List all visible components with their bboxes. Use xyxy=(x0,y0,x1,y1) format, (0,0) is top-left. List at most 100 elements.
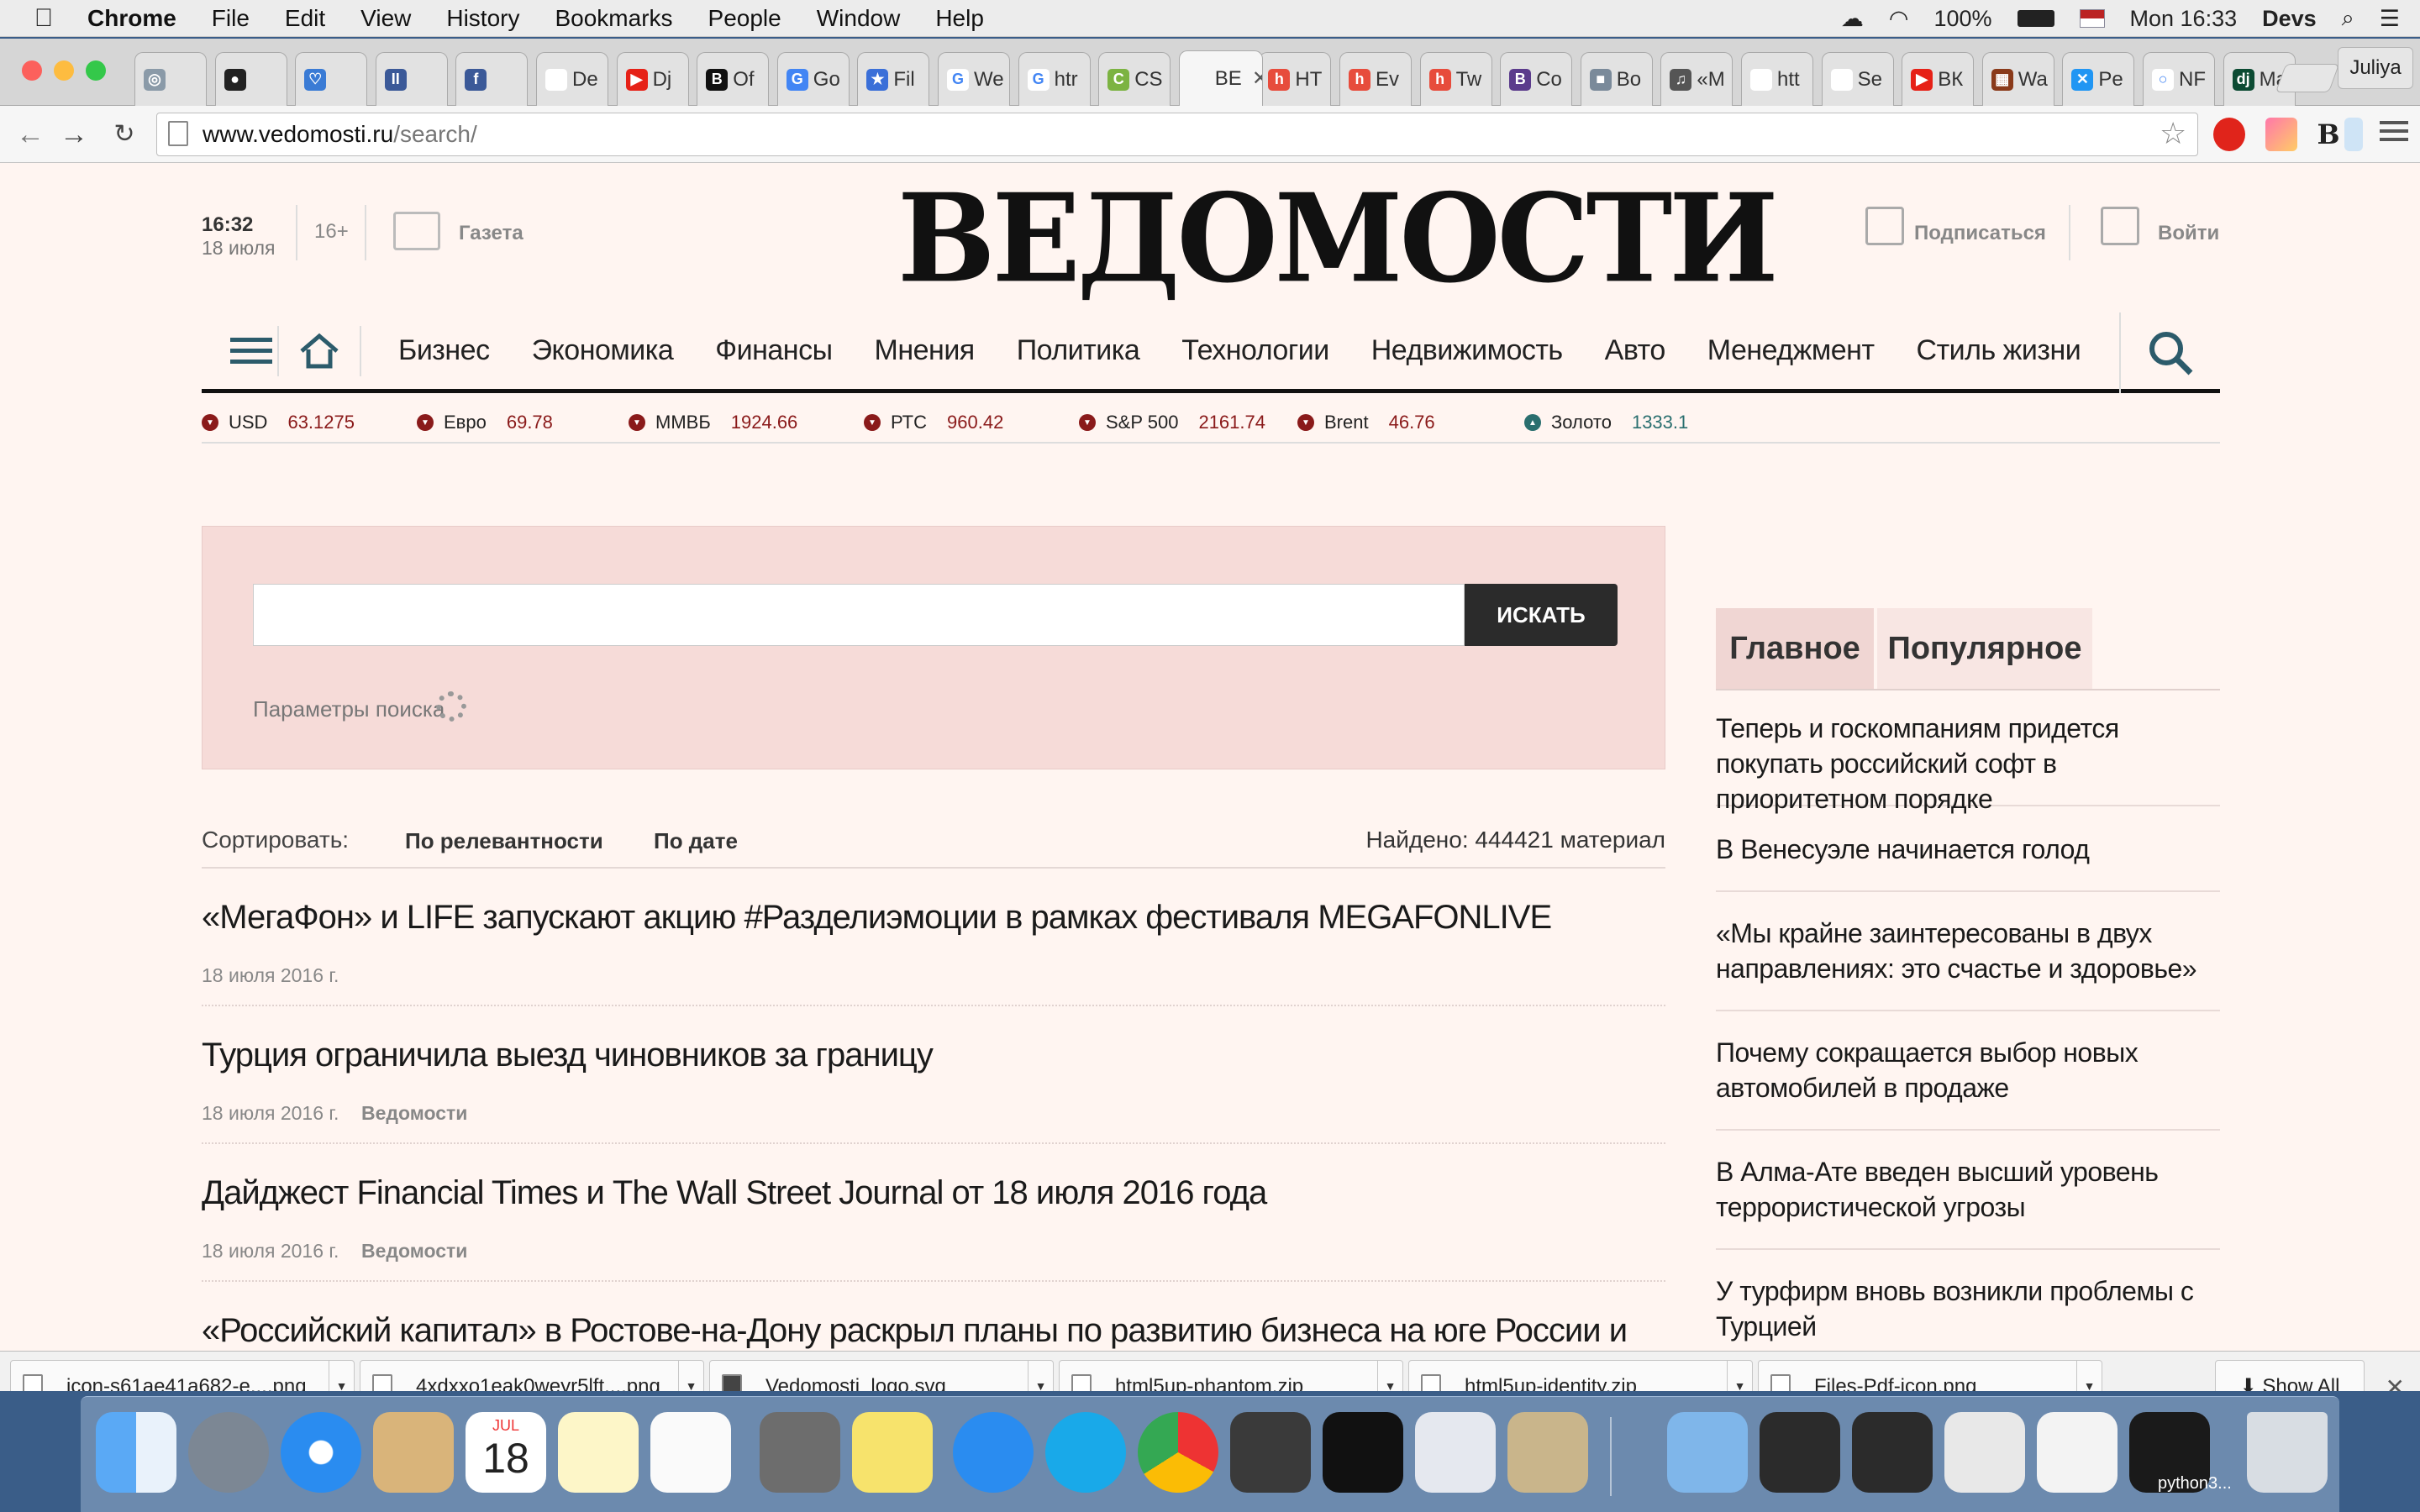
mail-icon[interactable] xyxy=(373,1412,454,1493)
sort-by-relevance[interactable]: По релевантности xyxy=(405,828,603,854)
finder-icon[interactable] xyxy=(96,1412,176,1493)
chevron-down-icon[interactable]: ▼ xyxy=(1727,1361,1752,1391)
close-icon[interactable]: ✕ xyxy=(2386,1373,2405,1391)
code-editor-icon[interactable] xyxy=(1415,1412,1496,1493)
ticker-item[interactable]: ▼ РТС 960.42 xyxy=(864,412,1003,433)
nav-business[interactable]: Бизнес xyxy=(398,334,490,367)
reminders-icon[interactable] xyxy=(650,1412,731,1493)
menu-history[interactable]: History xyxy=(446,5,519,32)
sidebar-news-item[interactable]: Почему сокращается выбор новых автомобил… xyxy=(1716,1035,2220,1131)
login-link[interactable]: Войти xyxy=(2158,222,2219,245)
browser-tab[interactable]: ○ NF xyxy=(2143,52,2215,106)
browser-tab[interactable]: C CS xyxy=(1098,52,1171,106)
launchpad-icon[interactable] xyxy=(188,1412,269,1493)
sidebar-news-item[interactable]: Теперь и госкомпаниям придется покупать … xyxy=(1716,711,2220,814)
nav-finance[interactable]: Финансы xyxy=(715,334,833,367)
zoom-window-icon[interactable] xyxy=(86,60,106,81)
nav-politics[interactable]: Политика xyxy=(1017,334,1140,367)
subscribe-icon[interactable] xyxy=(1865,207,1904,245)
sublime-text-icon[interactable] xyxy=(1230,1412,1311,1493)
database-app-icon[interactable] xyxy=(1507,1412,1588,1493)
page-info-icon[interactable] xyxy=(168,121,188,146)
menubar-user[interactable]: Devs xyxy=(2262,6,2317,32)
download-item[interactable]: Files-Pdf-icon.png ▼ xyxy=(1758,1360,2102,1391)
search-params-link[interactable]: Параметры поиска xyxy=(253,696,445,722)
sidebar-news-item[interactable]: У турфирм вновь возникли проблемы с Турц… xyxy=(1716,1273,2220,1357)
chevron-down-icon[interactable]: ▼ xyxy=(678,1361,703,1391)
browser-tab[interactable]: B Co xyxy=(1500,52,1573,106)
menu-edit[interactable]: Edit xyxy=(285,5,325,32)
sidebar-news-item[interactable]: В Алма-Ате введен высший уровень террори… xyxy=(1716,1154,2220,1250)
result-title[interactable]: «МегаФон» и LIFE запускают акцию #Раздел… xyxy=(202,899,1552,937)
browser-tab[interactable]: h Tw xyxy=(1419,52,1492,106)
browser-tab[interactable]: ★ Fil xyxy=(857,52,930,106)
browser-tab[interactable]: Se xyxy=(1821,52,1894,106)
menu-app-name[interactable]: Chrome xyxy=(87,5,176,32)
browser-tab[interactable]: Ghtr xyxy=(1018,52,1091,106)
ticker-item[interactable]: ▼ Евро 69.78 xyxy=(417,412,553,433)
result-source[interactable]: Ведомости xyxy=(361,1240,467,1263)
creative-cloud-icon[interactable]: ☁ xyxy=(1841,6,1864,32)
browser-tab[interactable]: ✕ Pe xyxy=(2062,52,2135,106)
folder-icon[interactable] xyxy=(1667,1412,1748,1493)
wifi-icon[interactable]: ◠ xyxy=(1889,6,1909,32)
opera-extension-icon[interactable] xyxy=(2213,118,2245,151)
hamburger-menu-icon[interactable] xyxy=(202,326,277,376)
app-store-icon[interactable] xyxy=(953,1412,1034,1493)
stickies-icon[interactable] xyxy=(852,1412,933,1493)
browser-tab[interactable]: G We xyxy=(938,52,1010,106)
browser-tab[interactable]: f xyxy=(455,52,529,106)
menu-bookmarks[interactable]: Bookmarks xyxy=(555,5,672,32)
address-bar[interactable]: www.vedomosti.ru/search/ xyxy=(156,113,2198,156)
calculator-icon[interactable] xyxy=(760,1412,840,1493)
search-input[interactable] xyxy=(253,584,1465,646)
menu-file[interactable]: File xyxy=(212,5,250,32)
search-submit-button[interactable]: ИСКАТЬ xyxy=(1465,584,1618,646)
browser-tab[interactable]: h HT xyxy=(1259,52,1332,106)
extension-icon[interactable] xyxy=(2344,118,2363,151)
browser-tab[interactable]: II xyxy=(375,52,448,106)
chevron-down-icon[interactable]: ▼ xyxy=(2076,1361,2102,1391)
nav-economics[interactable]: Экономика xyxy=(532,334,674,367)
result-source[interactable]: Ведомости xyxy=(361,1102,467,1125)
sort-by-date[interactable]: По дате xyxy=(654,828,738,854)
chevron-down-icon[interactable]: ▼ xyxy=(329,1361,354,1391)
browser-tab[interactable]: ▶ Dj xyxy=(616,52,689,106)
bookmark-star-icon[interactable]: ☆ xyxy=(2160,116,2186,151)
calendar-icon[interactable]: JUL 18 xyxy=(466,1412,546,1493)
colorzilla-extension-icon[interactable] xyxy=(2265,118,2297,151)
browser-tab[interactable]: ■ Bo xyxy=(1580,52,1653,106)
sidebar-news-item[interactable]: «Мы крайне заинтересованы в двух направл… xyxy=(1716,916,2220,1011)
nav-technology[interactable]: Технологии xyxy=(1181,334,1329,367)
chevron-down-icon[interactable]: ▼ xyxy=(1028,1361,1053,1391)
close-window-icon[interactable] xyxy=(22,60,42,81)
notes-icon[interactable] xyxy=(558,1412,639,1493)
download-item[interactable]: html5up-phantom.zip ▼ xyxy=(1059,1360,1403,1391)
download-item[interactable]: 4xdxxo1eak0weyr5lft....png ▼ xyxy=(360,1360,704,1391)
nav-management[interactable]: Менеджмент xyxy=(1707,334,1875,367)
battery-percent[interactable]: 100% xyxy=(1933,6,1991,32)
minimize-window-icon[interactable] xyxy=(54,60,74,81)
back-arrow-icon[interactable]: ← xyxy=(13,118,47,151)
browser-tab[interactable]: ▶ ВК xyxy=(1902,52,1975,106)
home-icon[interactable] xyxy=(277,325,361,376)
ticker-item[interactable]: ▼ S&P 500 2161.74 xyxy=(1079,412,1265,433)
result-title[interactable]: Дайджест Financial Times и The Wall Stre… xyxy=(202,1174,1267,1212)
input-source-flag-icon[interactable] xyxy=(2079,9,2105,28)
browser-tab[interactable]: ВЕ ✕ xyxy=(1178,50,1263,106)
menubar-clock[interactable]: Mon 16:33 xyxy=(2130,6,2238,32)
browser-tab[interactable]: ◎ xyxy=(134,52,207,106)
window-thumbnail[interactable] xyxy=(1760,1412,1840,1493)
window-thumbnail[interactable] xyxy=(2037,1412,2118,1493)
chrome-menu-icon[interactable] xyxy=(2380,121,2408,146)
subscribe-link[interactable]: Подписаться xyxy=(1914,222,2046,245)
ticker-item[interactable]: ▲ Золото 1333.1 xyxy=(1524,412,1688,433)
menu-help[interactable]: Help xyxy=(935,5,984,32)
browser-tab[interactable]: ♫ «M xyxy=(1660,52,1733,106)
chevron-down-icon[interactable]: ▼ xyxy=(1377,1361,1402,1391)
profile-button[interactable]: Juliya xyxy=(2338,47,2413,89)
download-item[interactable]: html5up-identity.zip ▼ xyxy=(1408,1360,1753,1391)
result-title[interactable]: «Российский капитал» в Ростове-на-Дону р… xyxy=(202,1312,1628,1350)
sidebar-news-item[interactable]: В Венесуэле начинается голод xyxy=(1716,832,2220,892)
tab-main[interactable]: Главное xyxy=(1716,608,1874,689)
